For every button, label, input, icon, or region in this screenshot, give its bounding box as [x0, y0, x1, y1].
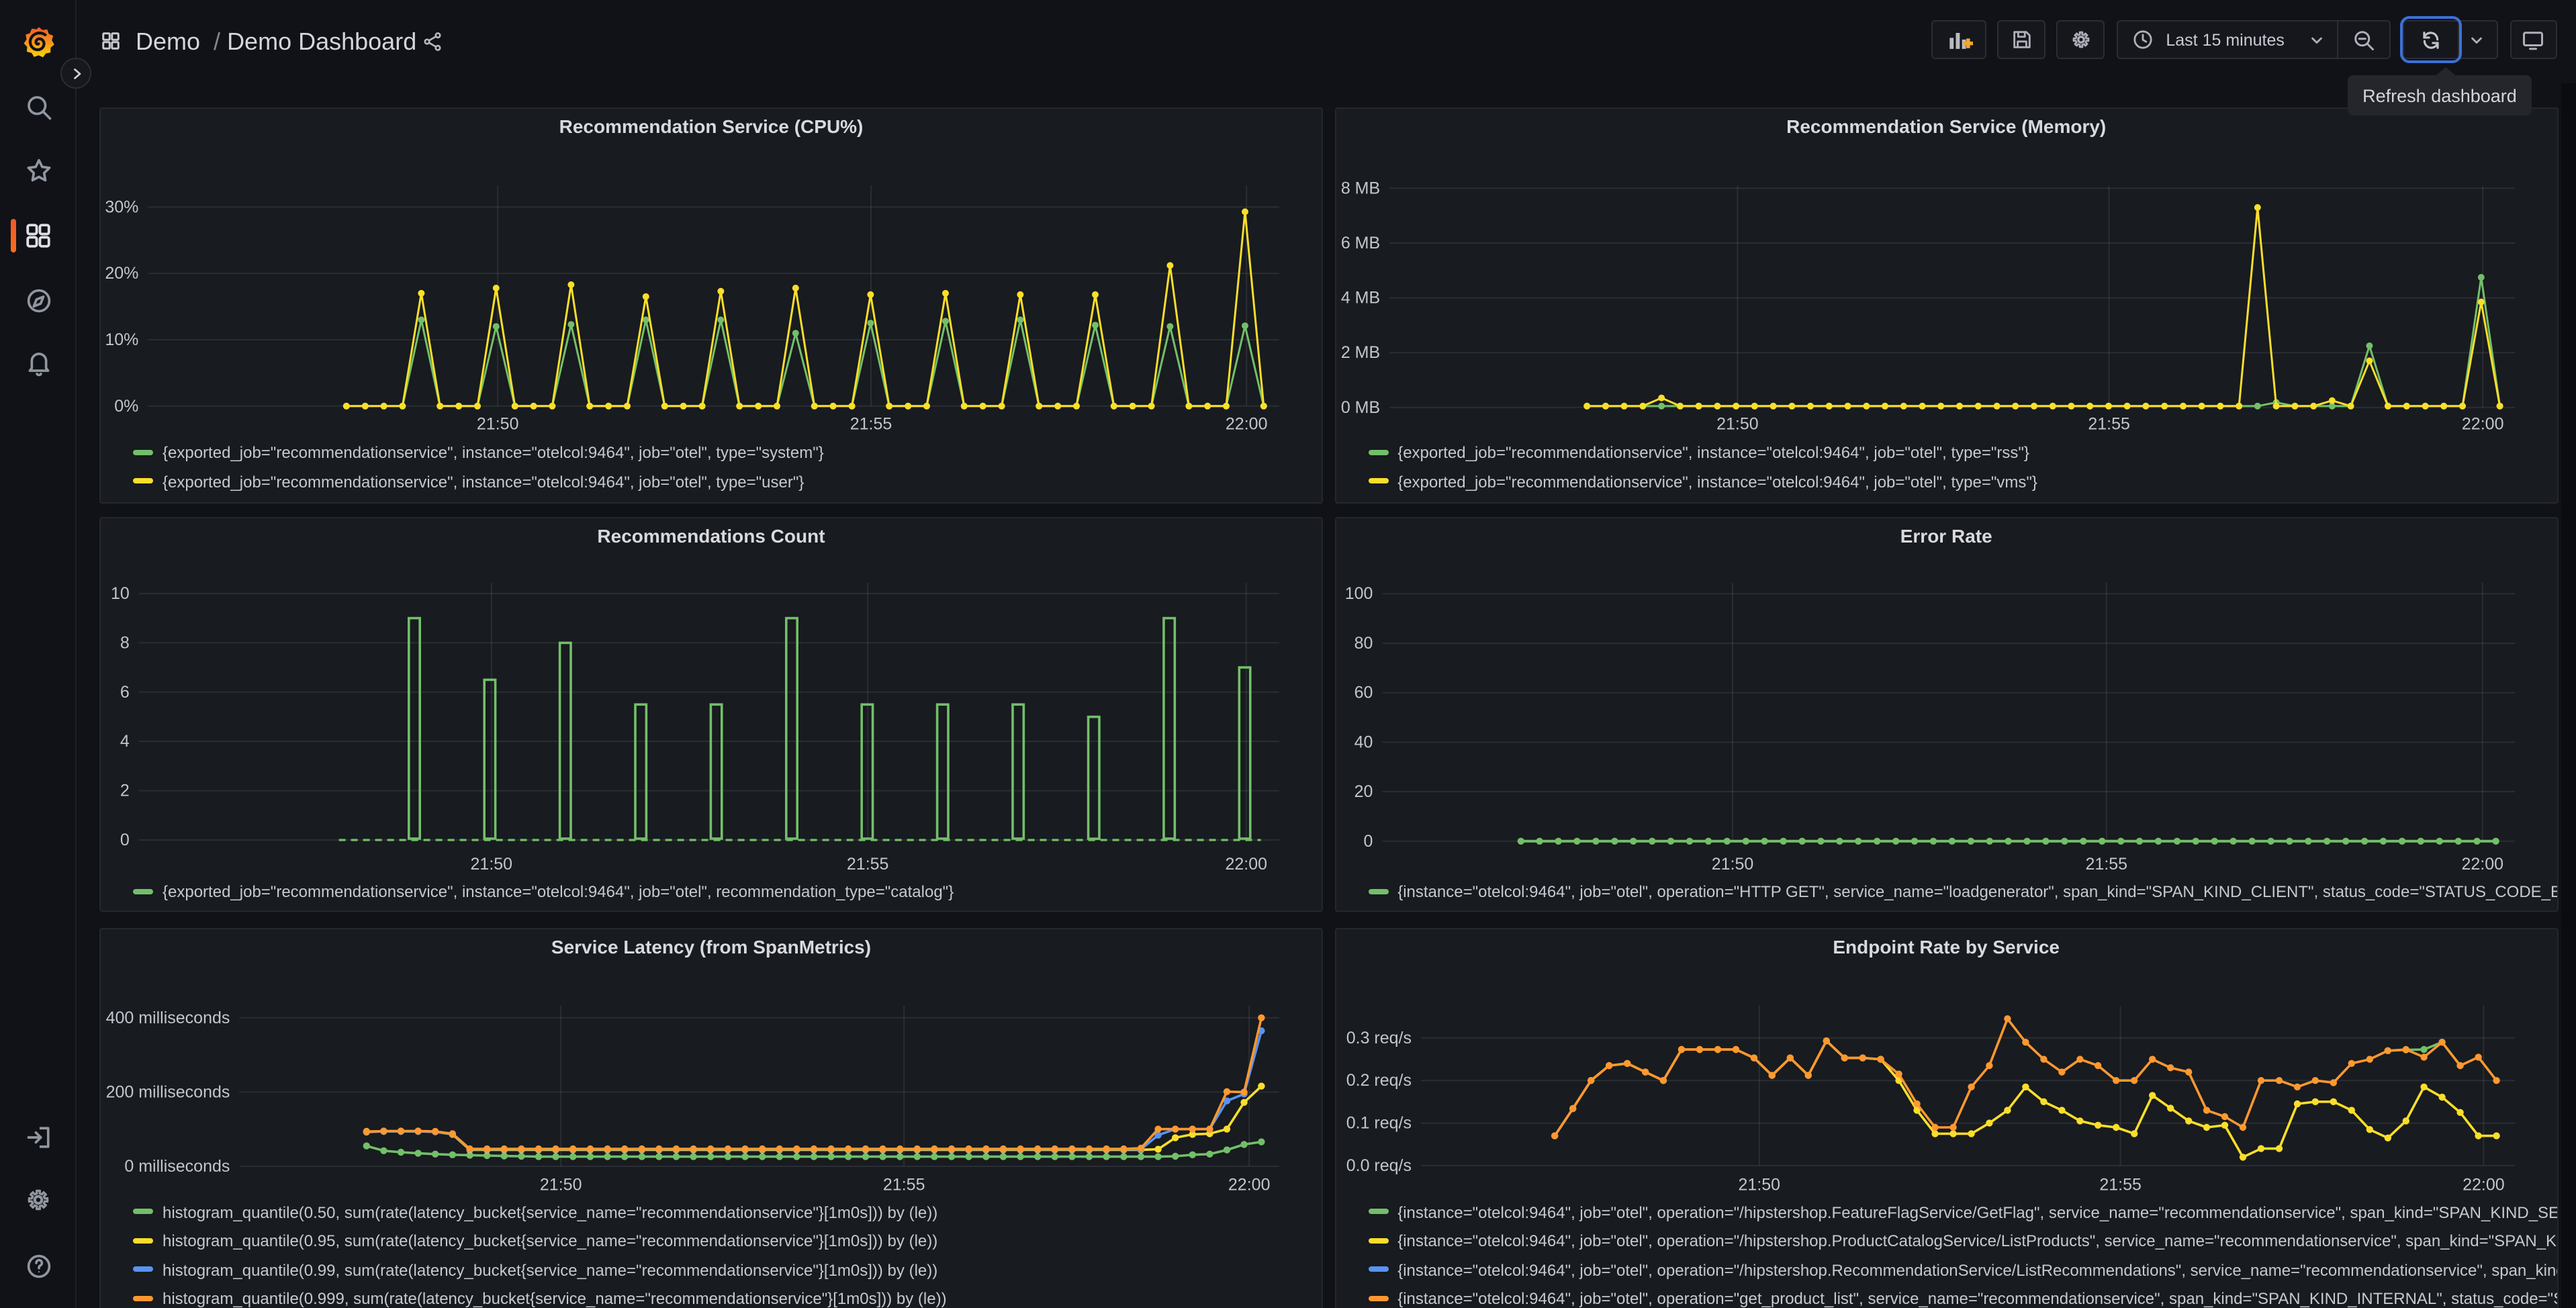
svg-text:200 milliseconds: 200 milliseconds	[106, 1082, 230, 1101]
svg-text:21:55: 21:55	[883, 1175, 925, 1194]
svg-text:22:00: 22:00	[1226, 415, 1268, 434]
svg-text:400 milliseconds: 400 milliseconds	[106, 1008, 230, 1027]
svg-text:21:55: 21:55	[2085, 855, 2127, 874]
svg-text:21:50: 21:50	[477, 415, 519, 434]
svg-text:22:00: 22:00	[2462, 1175, 2504, 1194]
svg-text:30%: 30%	[105, 198, 138, 217]
svg-text:22:00: 22:00	[1228, 1175, 1271, 1194]
svg-text:10: 10	[111, 584, 130, 603]
svg-text:6: 6	[120, 683, 130, 702]
svg-text:22:00: 22:00	[1226, 855, 1268, 874]
svg-text:60: 60	[1354, 684, 1373, 702]
svg-text:22:00: 22:00	[2461, 415, 2503, 434]
svg-text:21:55: 21:55	[2088, 415, 2130, 434]
svg-text:0.2 req/s: 0.2 req/s	[1346, 1070, 1411, 1089]
svg-text:80: 80	[1354, 634, 1373, 653]
svg-text:21:50: 21:50	[1711, 855, 1753, 874]
svg-text:21:55: 21:55	[847, 855, 889, 874]
svg-text:22:00: 22:00	[2461, 855, 2503, 874]
svg-text:0.0 req/s: 0.0 req/s	[1346, 1156, 1411, 1174]
svg-text:21:50: 21:50	[471, 855, 513, 874]
svg-text:8 MB: 8 MB	[1340, 179, 1379, 198]
svg-text:20: 20	[1354, 782, 1373, 801]
svg-text:0.1 req/s: 0.1 req/s	[1346, 1113, 1411, 1132]
svg-text:2 MB: 2 MB	[1340, 344, 1379, 363]
svg-text:0.3 req/s: 0.3 req/s	[1346, 1028, 1411, 1047]
svg-text:0%: 0%	[114, 397, 138, 416]
svg-text:4 MB: 4 MB	[1340, 289, 1379, 308]
svg-text:21:50: 21:50	[1738, 1175, 1780, 1194]
svg-text:21:55: 21:55	[850, 415, 892, 434]
svg-text:8: 8	[120, 633, 130, 652]
svg-text:21:50: 21:50	[1716, 415, 1758, 434]
svg-text:2: 2	[120, 782, 130, 800]
svg-text:21:55: 21:55	[2099, 1175, 2142, 1194]
svg-text:0: 0	[120, 831, 130, 849]
svg-text:0 milliseconds: 0 milliseconds	[124, 1156, 230, 1175]
svg-text:10%: 10%	[105, 331, 138, 350]
svg-text:21:50: 21:50	[540, 1175, 582, 1194]
svg-text:4: 4	[120, 732, 130, 751]
svg-text:0: 0	[1363, 832, 1373, 851]
svg-text:40: 40	[1354, 733, 1373, 751]
svg-text:100: 100	[1344, 584, 1373, 603]
svg-text:0 MB: 0 MB	[1340, 398, 1379, 417]
svg-text:6 MB: 6 MB	[1340, 234, 1379, 253]
svg-text:20%: 20%	[105, 265, 138, 283]
